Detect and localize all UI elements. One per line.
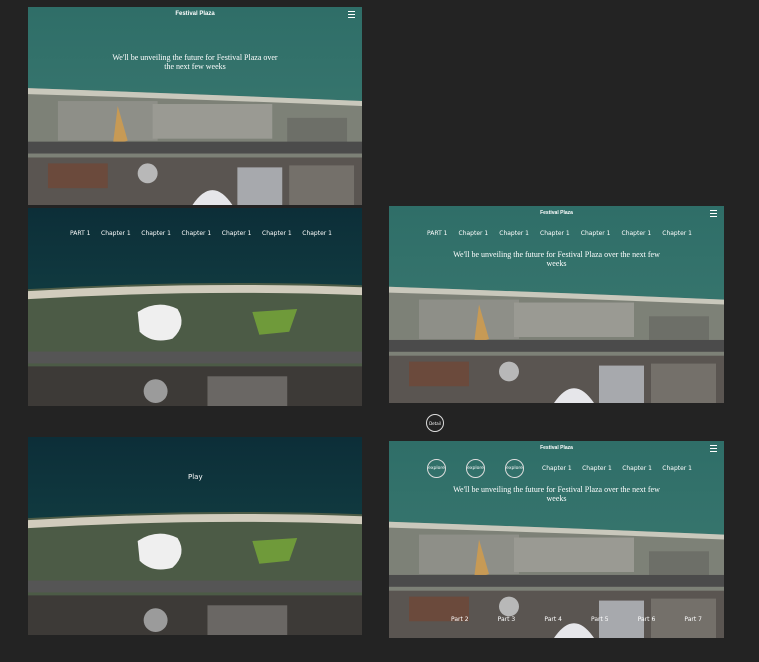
- aerial-photo: [28, 208, 362, 406]
- nav-chapter[interactable]: Chapter 1: [662, 465, 692, 472]
- site-title: Festival Plaza: [540, 445, 573, 451]
- frame-play: Play: [28, 437, 362, 635]
- nav-part[interactable]: Part 2: [451, 616, 469, 623]
- nav-chapter[interactable]: Chapter 1: [459, 230, 489, 237]
- explore-button[interactable]: explore: [466, 459, 485, 478]
- parts-nav: Part 2 Part 3 Part 4 Part 5 Part 6 Part …: [389, 616, 724, 623]
- nav-chapter[interactable]: Chapter 1: [622, 230, 652, 237]
- chapter-nav: Chapter 1 Chapter 1 Chapter 1 Chapter 1: [542, 465, 692, 472]
- nav-part[interactable]: Part 3: [498, 616, 516, 623]
- frame-chapters: PART 1 Chapter 1 Chapter 1 Chapter 1 Cha…: [28, 208, 362, 406]
- nav-chapter[interactable]: Chapter 1: [182, 230, 212, 237]
- frame-explore: Festival Plaza explore explore explore C…: [389, 441, 724, 638]
- nav-chapter[interactable]: Chapter 1: [622, 465, 652, 472]
- aerial-photo: [28, 7, 362, 205]
- nav-chapter[interactable]: Chapter 1: [141, 230, 171, 237]
- hamburger-icon[interactable]: [348, 11, 355, 20]
- nav-chapter[interactable]: Chapter 1: [542, 465, 572, 472]
- nav-chapter[interactable]: Chapter 1: [302, 230, 332, 237]
- nav-part-1[interactable]: PART 1: [427, 230, 447, 237]
- nav-part[interactable]: Part 7: [684, 616, 702, 623]
- nav-chapter[interactable]: Chapter 1: [262, 230, 292, 237]
- aerial-photo: [28, 437, 362, 635]
- nav-chapter[interactable]: Chapter 1: [662, 230, 692, 237]
- headline: We'll be unveiling the future for Festiv…: [453, 250, 660, 269]
- nav-chapter[interactable]: Chapter 1: [101, 230, 131, 237]
- frame-intro: Festival Plaza We'll be unveiling the fu…: [28, 7, 362, 205]
- nav-chapter[interactable]: Chapter 1: [581, 230, 611, 237]
- detail-button[interactable]: Detail: [426, 414, 444, 432]
- nav-part[interactable]: Part 6: [638, 616, 656, 623]
- nav-chapter[interactable]: Chapter 1: [222, 230, 252, 237]
- chapter-nav: PART 1 Chapter 1 Chapter 1 Chapter 1 Cha…: [28, 230, 362, 237]
- nav-part[interactable]: Part 4: [544, 616, 562, 623]
- nav-part[interactable]: Part 5: [591, 616, 609, 623]
- canvas: { "colors":{"bg":"#232323","sea":"#2e6a6…: [0, 0, 759, 662]
- nav-chapter[interactable]: Chapter 1: [582, 465, 612, 472]
- headline: We'll be unveiling the future for Festiv…: [453, 485, 660, 504]
- chapter-nav: PART 1 Chapter 1 Chapter 1 Chapter 1 Cha…: [389, 230, 724, 237]
- explore-button[interactable]: explore: [427, 459, 446, 478]
- nav-part-1[interactable]: PART 1: [70, 230, 90, 237]
- site-title: Festival Plaza: [540, 210, 573, 216]
- explore-group: explore explore explore: [427, 459, 524, 478]
- nav-chapter[interactable]: Chapter 1: [540, 230, 570, 237]
- hamburger-icon[interactable]: [710, 445, 717, 454]
- nav-chapter[interactable]: Chapter 1: [499, 230, 529, 237]
- explore-button[interactable]: explore: [505, 459, 524, 478]
- frame-intro-nav: Festival Plaza PART 1 Chapter 1 Chapter …: [389, 206, 724, 403]
- hamburger-icon[interactable]: [710, 210, 717, 219]
- play-button[interactable]: Play: [188, 473, 203, 481]
- site-title: Festival Plaza: [175, 11, 215, 17]
- headline: We'll be unveiling the future for Festiv…: [112, 53, 278, 72]
